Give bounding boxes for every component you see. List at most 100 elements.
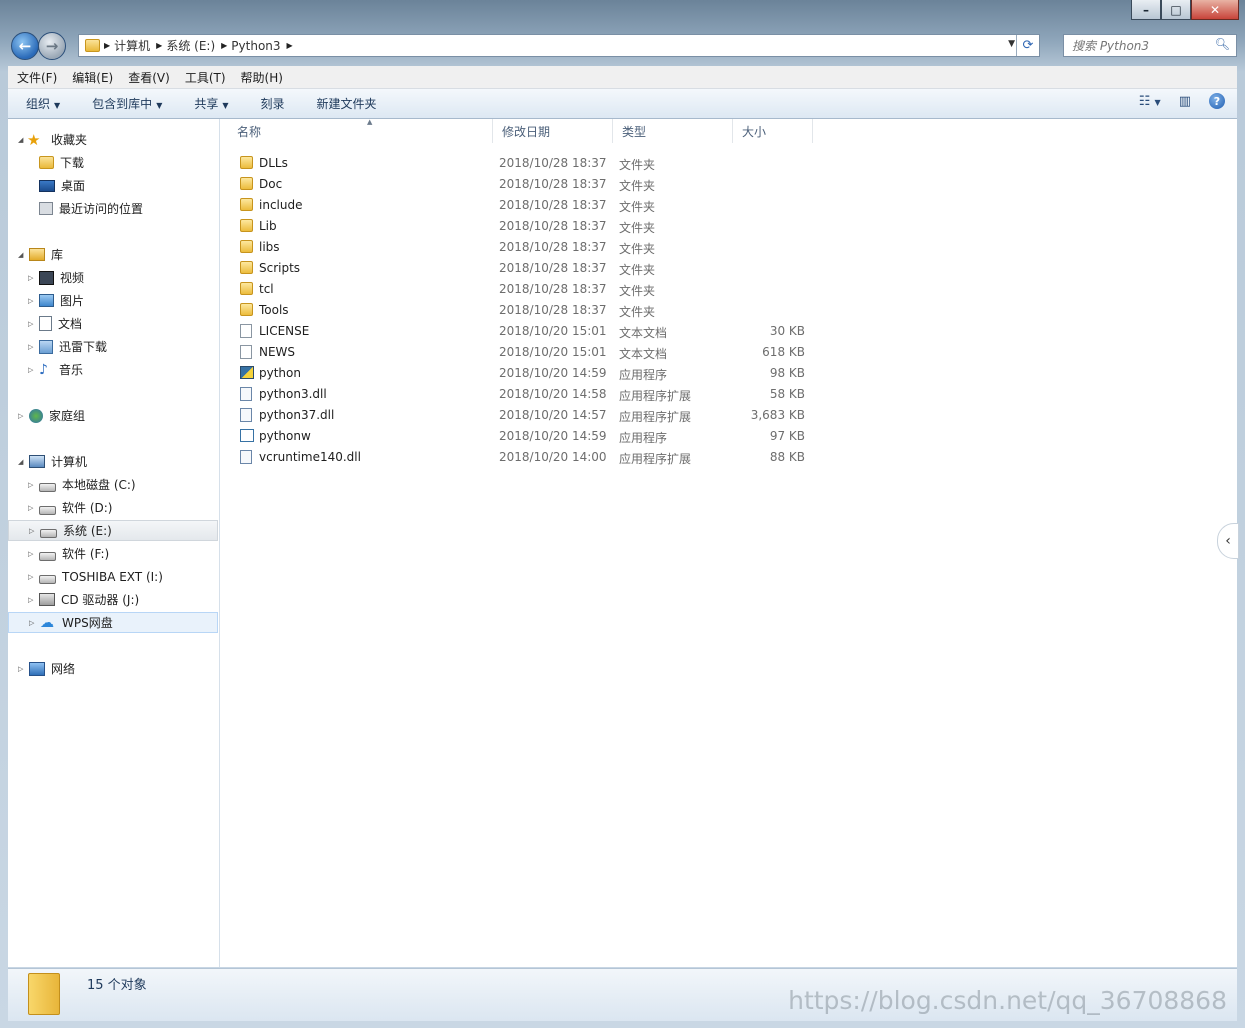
collapse-triangle-icon[interactable]: ▷: [28, 320, 33, 328]
column-date[interactable]: 修改日期: [493, 119, 613, 143]
address-dropdown-icon[interactable]: ▼: [1008, 39, 1015, 49]
nav-pictures[interactable]: ▷ 图片: [8, 290, 218, 311]
collapse-triangle-icon[interactable]: ▷: [28, 504, 33, 512]
nav-drive-i[interactable]: ▷ TOSHIBA EXT (I:): [8, 566, 218, 587]
file-row[interactable]: tcl 2018/10/28 18:37 文件夹: [220, 279, 820, 300]
nav-wps[interactable]: ▷ ☁ WPS网盘: [8, 612, 218, 633]
back-button[interactable]: ←: [11, 32, 39, 60]
new-folder-button[interactable]: 新建文件夹: [299, 95, 391, 112]
organize-button[interactable]: 组织 ▼: [8, 95, 74, 112]
close-button[interactable]: ✕: [1191, 0, 1239, 20]
expand-triangle-icon[interactable]: ◢: [18, 458, 23, 466]
help-icon[interactable]: ?: [1209, 93, 1225, 109]
forward-button[interactable]: →: [38, 32, 66, 60]
file-row[interactable]: pythonw 2018/10/20 14:59 应用程序 97 KB: [220, 426, 820, 447]
collapse-triangle-icon[interactable]: ▷: [28, 366, 33, 374]
file-row[interactable]: libs 2018/10/28 18:37 文件夹: [220, 237, 820, 258]
collapse-triangle-icon[interactable]: ▷: [28, 297, 33, 305]
search-icon[interactable]: 🔍︎: [1215, 37, 1230, 51]
nav-downloads[interactable]: 下载: [8, 152, 218, 173]
file-row[interactable]: python37.dll 2018/10/20 14:57 应用程序扩展 3,683 …: [220, 405, 820, 426]
collapse-triangle-icon[interactable]: ▷: [28, 481, 33, 489]
file-type: 文件夹: [619, 158, 656, 172]
file-row[interactable]: python 2018/10/20 14:59 应用程序 98 KB: [220, 363, 820, 384]
burn-button[interactable]: 刻录: [243, 95, 299, 112]
view-options-icon[interactable]: ☷ ▼: [1139, 94, 1161, 109]
column-size[interactable]: 大小: [733, 119, 813, 143]
maximize-button[interactable]: □: [1161, 0, 1191, 20]
file-type: 应用程序: [619, 431, 668, 445]
collapse-triangle-icon[interactable]: ▷: [18, 412, 23, 420]
file-row[interactable]: NEWS 2018/10/20 15:01 文本文档 618 KB: [220, 342, 820, 363]
expand-triangle-icon[interactable]: ◢: [18, 251, 23, 259]
nav-computer[interactable]: ◢ 计算机: [8, 451, 218, 472]
nav-drive-d[interactable]: ▷ 软件 (D:): [8, 497, 218, 518]
menu-file[interactable]: 文件(F): [8, 69, 63, 86]
search-box[interactable]: 🔍︎: [1063, 34, 1237, 57]
collapse-triangle-icon[interactable]: ▷: [18, 665, 23, 673]
nav-homegroup[interactable]: ▷ 家庭组: [8, 405, 218, 426]
collapse-triangle-icon[interactable]: ▷: [28, 343, 33, 351]
nav-recent[interactable]: 最近访问的位置: [8, 198, 218, 219]
breadcrumb-drive-e[interactable]: 系统 (E:): [162, 37, 221, 54]
refresh-icon[interactable]: ⟳: [1016, 35, 1039, 56]
dll-file-icon: [240, 387, 252, 401]
music-note-icon: ♪: [39, 361, 48, 378]
file-row[interactable]: python3.dll 2018/10/20 14:58 应用程序扩展 58 KB: [220, 384, 820, 405]
nav-drive-j[interactable]: ▷ CD 驱动器 (J:): [8, 589, 218, 610]
collapse-triangle-icon[interactable]: ▷: [29, 527, 34, 535]
breadcrumb-python3[interactable]: Python3: [227, 39, 286, 53]
file-row[interactable]: Lib 2018/10/28 18:37 文件夹: [220, 216, 820, 237]
nav-drive-f[interactable]: ▷ 软件 (F:): [8, 543, 218, 564]
menu-help[interactable]: 帮助(H): [232, 69, 289, 86]
column-name[interactable]: 名称 ▲: [228, 118, 493, 143]
share-button[interactable]: 共享 ▼: [176, 95, 242, 112]
collapse-triangle-icon[interactable]: ▷: [28, 550, 33, 558]
nav-xunlei[interactable]: ▷ 迅雷下载: [8, 336, 218, 357]
star-icon: ★: [27, 130, 41, 149]
nav-favorites[interactable]: ◢ ★ 收藏夹: [8, 129, 218, 150]
file-row[interactable]: LICENSE 2018/10/20 15:01 文本文档 30 KB: [220, 321, 820, 342]
file-row[interactable]: include 2018/10/28 18:37 文件夹: [220, 195, 820, 216]
address-bar[interactable]: ▶ 计算机 ▶ 系统 (E:) ▶ Python3 ▶ ▼ ⟳: [78, 34, 1040, 57]
file-size: 98 KB: [769, 366, 805, 380]
nav-network[interactable]: ▷ 网络: [8, 658, 218, 679]
file-name: python37.dll: [259, 408, 335, 422]
collapse-triangle-icon[interactable]: ▷: [29, 619, 34, 627]
nav-desktop[interactable]: 桌面: [8, 175, 218, 196]
menu-edit[interactable]: 编辑(E): [63, 69, 119, 86]
file-date: 2018/10/20 14:58: [499, 387, 607, 401]
sort-ascending-icon: ▲: [367, 118, 373, 126]
desktop-icon: [39, 179, 55, 192]
include-in-library-button[interactable]: 包含到库中 ▼: [74, 95, 176, 112]
breadcrumb-separator-icon[interactable]: ▶: [287, 41, 293, 50]
nav-drive-c[interactable]: ▷ 本地磁盘 (C:): [8, 474, 218, 495]
file-row[interactable]: Doc 2018/10/28 18:37 文件夹: [220, 174, 820, 195]
file-size: 97 KB: [769, 429, 805, 443]
collapse-pane-button[interactable]: ‹: [1217, 523, 1239, 559]
file-row[interactable]: DLLs 2018/10/28 18:37 文件夹: [220, 153, 820, 174]
nav-libraries[interactable]: ◢ 库: [8, 244, 218, 265]
menu-view[interactable]: 查看(V): [119, 69, 176, 86]
search-input[interactable]: [1070, 37, 1214, 54]
collapse-triangle-icon[interactable]: ▷: [28, 596, 33, 604]
nav-drive-e[interactable]: ▷ 系统 (E:): [8, 520, 218, 541]
breadcrumb-computer[interactable]: 计算机: [110, 37, 156, 54]
collapse-triangle-icon[interactable]: ▷: [28, 274, 33, 282]
menu-tools[interactable]: 工具(T): [176, 69, 232, 86]
column-type[interactable]: 类型: [613, 119, 733, 143]
file-row[interactable]: Scripts 2018/10/28 18:37 文件夹: [220, 258, 820, 279]
nav-pictures-label: 图片: [60, 294, 85, 308]
file-row[interactable]: Tools 2018/10/28 18:37 文件夹: [220, 300, 820, 321]
nav-documents[interactable]: ▷ 文档: [8, 313, 218, 334]
preview-pane-icon[interactable]: ▥: [1179, 94, 1191, 109]
file-row[interactable]: vcruntime140.dll 2018/10/20 14:00 应用程序扩展 88…: [220, 447, 820, 468]
nav-desktop-label: 桌面: [61, 179, 86, 193]
collapse-triangle-icon[interactable]: ▷: [28, 573, 33, 581]
file-type: 文件夹: [619, 179, 656, 193]
minimize-button[interactable]: –: [1131, 0, 1161, 20]
nav-videos[interactable]: ▷ 视频: [8, 267, 218, 288]
document-icon: [39, 316, 52, 331]
expand-triangle-icon[interactable]: ◢: [18, 136, 23, 144]
nav-music[interactable]: ▷ ♪ 音乐: [8, 359, 218, 380]
